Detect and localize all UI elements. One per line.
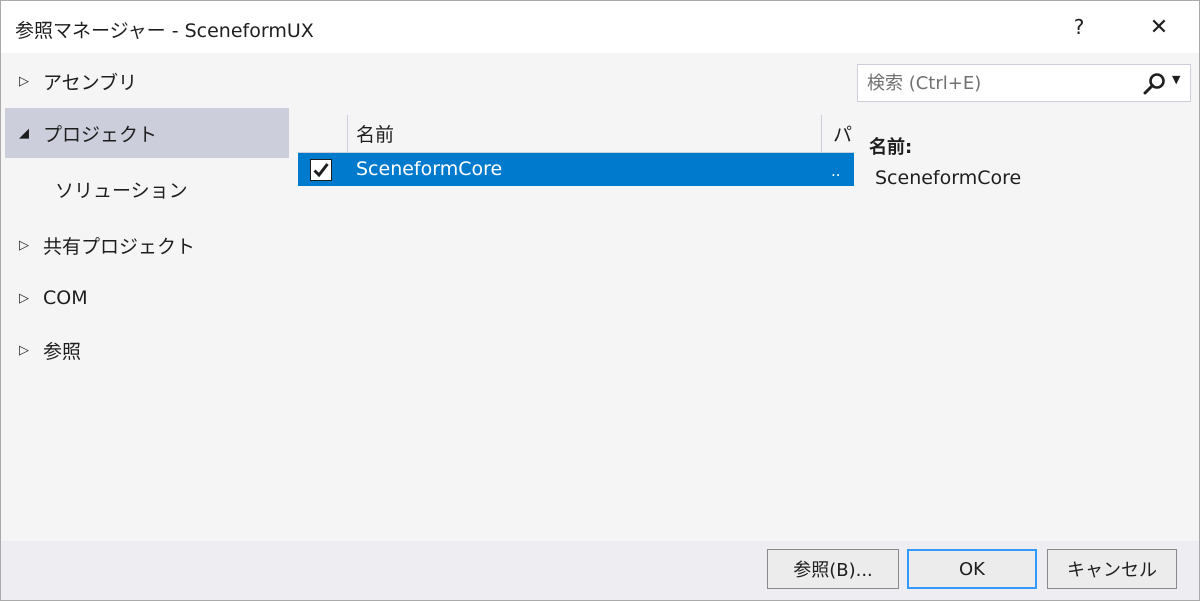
browse-button[interactable]: 参照(B)... [767,549,899,589]
ok-button[interactable]: OK [907,549,1037,589]
cancel-button[interactable]: キャンセル [1047,549,1177,589]
sidebar-item-shared-projects[interactable]: ▷ 共有プロジェクト [5,220,289,270]
sidebar-item-projects[interactable]: ◢ プロジェクト [5,108,289,158]
expand-arrow-icon: ▷ [19,73,29,89]
sidebar-item-label: アセンブリ [43,71,138,94]
expand-arrow-icon: ▷ [19,342,29,358]
collapse-arrow-icon: ◢ [19,125,29,141]
sidebar-item-browse[interactable]: ▷ 参照 [5,325,289,375]
dialog-footer: 参照(B)... OK キャンセル [1,541,1199,600]
project-list: 名前 パス SceneformCore .. [298,115,854,529]
close-button[interactable]: ✕ [1131,1,1187,53]
row-name: SceneformCore [356,158,503,180]
sidebar-item-label: ソリューション [55,179,188,202]
help-icon: ? [1073,15,1085,39]
help-button[interactable]: ? [1051,1,1107,53]
reference-manager-dialog: 参照マネージャー - SceneformUX ? ✕ ▷ アセンブリ ◢ プロジ… [0,0,1200,601]
sidebar-item-label: 共有プロジェクト [43,235,196,258]
sidebar-nav: ▷ アセンブリ ◢ プロジェクト ソリューション ▷ 共有プロジェクト ▷ CO… [1,53,291,541]
details-panel: 名前: SceneformCore [869,133,1189,189]
list-header: 名前 パス [298,115,854,153]
table-row[interactable]: SceneformCore .. [298,153,854,186]
column-header-path[interactable]: パス [823,115,854,152]
sidebar-item-label: 参照 [43,340,82,363]
sidebar-item-com[interactable]: ▷ COM [5,273,289,323]
detail-name-value: SceneformCore [875,167,1022,189]
expand-arrow-icon: ▷ [19,237,29,253]
dialog-content: ▷ アセンブリ ◢ プロジェクト ソリューション ▷ 共有プロジェクト ▷ CO… [1,53,1199,541]
search-icon[interactable] [1142,71,1168,97]
window-title: 参照マネージャー - SceneformUX [15,20,314,42]
detail-name-label: 名前: [869,137,913,158]
expand-arrow-icon: ▷ [19,290,29,306]
sidebar-item-solution[interactable]: ソリューション [5,164,289,214]
include-checkbox[interactable] [310,159,332,181]
title-bar[interactable]: 参照マネージャー - SceneformUX ? ✕ [1,1,1199,53]
search-options-dropdown-icon[interactable]: ▼ [1172,73,1180,86]
row-path: .. [831,162,841,180]
sidebar-item-label: COM [43,287,88,309]
search-box: ▼ [857,64,1191,102]
close-icon: ✕ [1149,14,1169,40]
column-header-name[interactable]: 名前 [348,115,822,152]
sidebar-item-assemblies[interactable]: ▷ アセンブリ [5,56,289,106]
checkmark-icon [313,163,329,178]
column-header-check[interactable] [298,115,348,152]
sidebar-item-label: プロジェクト [43,123,158,146]
search-input[interactable] [858,65,1128,101]
